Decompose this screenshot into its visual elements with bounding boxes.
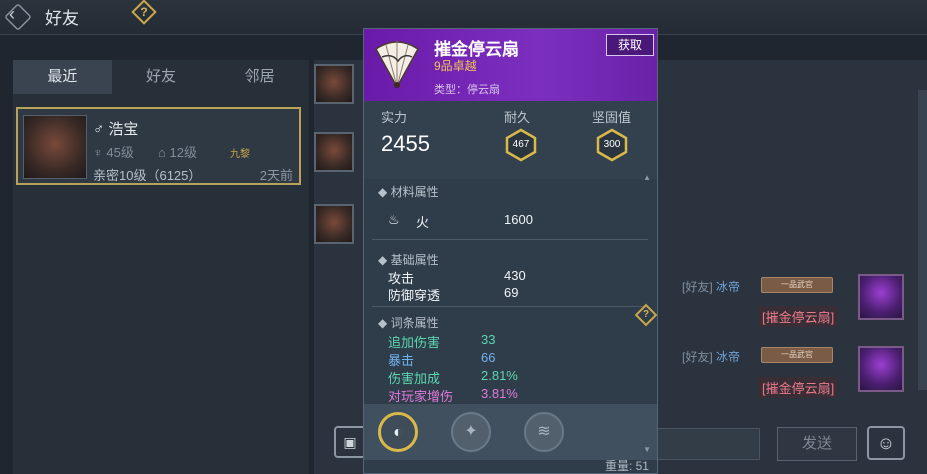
- send-button[interactable]: 发送: [777, 427, 857, 461]
- affix-label: 追加伤害: [388, 335, 441, 350]
- section-title: ◆ 材料属性: [378, 185, 439, 199]
- job-badge: 九黎: [230, 149, 250, 160]
- avatar[interactable]: [314, 64, 354, 104]
- item-link[interactable]: [摧金停云扇]: [758, 377, 839, 398]
- intimacy-level: 亲密10级（6125）: [93, 168, 202, 183]
- last-seen: 2天前: [259, 168, 293, 183]
- house-icon: ⌂: [158, 145, 166, 160]
- affix-value: 66: [481, 350, 496, 365]
- smiley-icon: ☺: [876, 433, 896, 453]
- fan-skill-icon[interactable]: ◐: [378, 412, 418, 452]
- affix-label: 对玩家增伤: [388, 389, 454, 404]
- house-level: ⌂ 12级: [158, 145, 197, 160]
- voice-button[interactable]: ▣: [334, 426, 366, 458]
- rank-icon: ♆: [93, 145, 103, 160]
- element-value: 1600: [504, 212, 533, 227]
- firmness-value: 300: [603, 139, 621, 150]
- avatar[interactable]: [314, 204, 354, 244]
- whirl-skill-icon[interactable]: ✦: [451, 412, 491, 452]
- affix-label: 伤害加成: [388, 371, 441, 386]
- back-arrow-icon: ‹: [9, 4, 15, 24]
- player-level: ♆ 45级: [93, 145, 134, 160]
- item-type: 类型：停云扇: [434, 84, 500, 96]
- tab-neighbors[interactable]: 邻居: [210, 60, 309, 94]
- friend-list-item[interactable]: ♂ 浩宝 ♆ 45级 ⌂ 12级 九黎 亲密10级（6125） 2天前: [16, 107, 301, 185]
- section-title: ◆ 词条属性: [378, 316, 439, 330]
- chat-input[interactable]: [650, 428, 760, 460]
- scroll-up-icon[interactable]: ▲: [643, 173, 651, 182]
- affix-label: 暴击: [388, 353, 415, 368]
- message-sender: [好友] 冰帝: [682, 350, 741, 364]
- affix-value: 2.81%: [481, 368, 518, 383]
- help-icon[interactable]: ?: [131, 0, 157, 25]
- tab-recent[interactable]: 最近: [13, 60, 112, 94]
- fire-icon: ♨: [388, 212, 400, 227]
- firmness-label: 坚固值: [592, 110, 632, 125]
- mic-icon: ▣: [343, 434, 357, 450]
- page-title: 好友: [45, 9, 79, 28]
- fan-icon: [375, 41, 419, 89]
- stat-summary: 实力 2455 耐久 467 坚固值 300: [364, 101, 657, 179]
- side-handle[interactable]: [918, 90, 927, 390]
- avatar[interactable]: [23, 115, 87, 179]
- get-button[interactable]: 获取: [606, 34, 654, 56]
- friend-list-panel: 最近 好友 邻居 ♂ 浩宝 ♆ 45级 ⌂ 12级 九黎 亲密10级（6125）…: [13, 60, 309, 474]
- divider: [372, 306, 648, 307]
- tooltip-header: 摧金停云扇 9品卓越 类型：停云扇 获取: [364, 29, 657, 101]
- tornado-skill-icon[interactable]: ≋: [524, 412, 564, 452]
- item-tooltip: 摧金停云扇 9品卓越 类型：停云扇 获取 实力 2455 耐久 467 坚固值 …: [363, 28, 658, 474]
- affix-value: 33: [481, 332, 496, 347]
- avatar[interactable]: [314, 132, 354, 172]
- message-sender: [好友] 冰帝: [682, 280, 741, 294]
- divider: [372, 239, 648, 240]
- title-badge: 一品武官: [761, 347, 833, 363]
- title-badge: 一品武官: [761, 277, 833, 293]
- section-title: ◆ 基础属性: [378, 253, 439, 267]
- durability-label: 耐久: [504, 110, 531, 125]
- skill-bar: ◐ ✦ ≋: [364, 404, 657, 460]
- tab-friends[interactable]: 好友: [112, 60, 211, 94]
- item-grade: 9品卓越: [434, 59, 477, 73]
- power-label: 实力: [381, 110, 408, 125]
- avatar[interactable]: [858, 274, 904, 320]
- item-link[interactable]: [摧金停云扇]: [758, 306, 839, 327]
- stat-value: 430: [504, 268, 526, 283]
- tab-bar: 最近 好友 邻居: [13, 60, 309, 94]
- element-label: 火: [416, 215, 430, 230]
- power-value: 2455: [381, 131, 430, 156]
- male-icon: ♂: [93, 121, 105, 138]
- emoji-button[interactable]: ☺: [867, 426, 905, 460]
- stat-value: 69: [504, 285, 519, 300]
- weight-label: 重量: 51: [604, 459, 649, 473]
- affix-value: 3.81%: [481, 386, 518, 401]
- stat-label: 防御穿透: [388, 288, 441, 303]
- scroll-down-icon[interactable]: ▼: [643, 445, 651, 454]
- durability-value: 467: [512, 139, 530, 150]
- avatar[interactable]: [858, 346, 904, 392]
- friend-name: ♂ 浩宝: [93, 121, 139, 138]
- help-icon[interactable]: ?: [634, 303, 658, 327]
